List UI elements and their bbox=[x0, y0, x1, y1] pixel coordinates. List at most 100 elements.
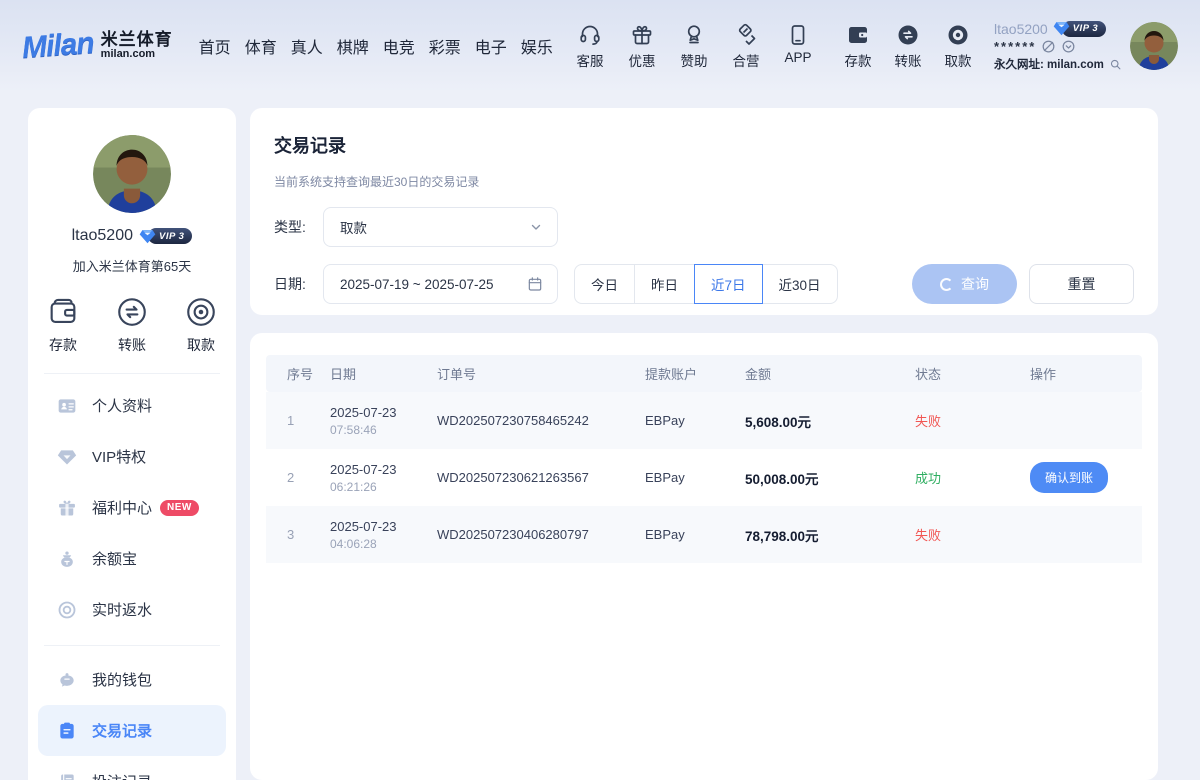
eye-off-icon[interactable] bbox=[1041, 39, 1056, 54]
promo-link[interactable]: 优惠 bbox=[622, 23, 662, 70]
row-account: EBPay bbox=[645, 413, 745, 428]
piggy-bank-icon bbox=[57, 670, 77, 690]
sidebar-withdraw-button[interactable]: 取款 bbox=[184, 295, 218, 355]
nav-item-board[interactable]: 棋牌 bbox=[337, 34, 369, 58]
gem-icon bbox=[57, 447, 77, 467]
transactions-table-card: 序号 日期 订单号 提款账户 金额 状态 操作 1 2025-07-23 07:… bbox=[250, 333, 1158, 780]
deposit-link[interactable]: 存款 bbox=[838, 23, 878, 70]
sidebar-transfer-button[interactable]: 转账 bbox=[115, 295, 149, 355]
phone-icon bbox=[786, 23, 810, 47]
nav-item-entertainment[interactable]: 娱乐 bbox=[521, 34, 553, 58]
row-account: EBPay bbox=[645, 527, 745, 542]
sidebar-deposit-button[interactable]: 存款 bbox=[46, 295, 80, 355]
nav-item-home[interactable]: 首页 bbox=[199, 34, 231, 58]
sidebar-item-welfare[interactable]: 福利中心 NEW bbox=[28, 482, 236, 533]
loading-spinner-icon bbox=[940, 278, 953, 291]
brand-logo[interactable]: Milan 米兰体育 milan.com bbox=[22, 29, 173, 63]
refresh-circle-icon[interactable] bbox=[1061, 39, 1076, 54]
row-index: 1 bbox=[266, 413, 330, 428]
row-status: 失败 bbox=[915, 411, 1030, 430]
range-yesterday-button[interactable]: 昨日 bbox=[634, 264, 695, 304]
row-datetime: 2025-07-23 06:21:26 bbox=[330, 462, 437, 494]
magnifier-icon[interactable] bbox=[1109, 57, 1122, 72]
transaction-doc-icon bbox=[57, 721, 77, 741]
sidebar-item-bets[interactable]: 投注记录 bbox=[28, 756, 236, 780]
row-action: 确认到账 bbox=[1030, 462, 1142, 493]
transfer-outline-icon bbox=[115, 295, 149, 329]
range-30days-button[interactable]: 近30日 bbox=[762, 264, 838, 304]
confirm-receipt-button[interactable]: 确认到账 bbox=[1030, 462, 1108, 493]
nav-item-slots[interactable]: 电子 bbox=[475, 34, 507, 58]
logo-script-text: Milan bbox=[21, 27, 95, 66]
row-datetime: 2025-07-23 07:58:46 bbox=[330, 405, 437, 437]
withdraw-outline-icon bbox=[184, 295, 218, 329]
date-range-value: 2025-07-19 ~ 2025-07-25 bbox=[340, 277, 494, 292]
bet-record-icon bbox=[57, 772, 77, 780]
reset-button[interactable]: 重置 bbox=[1029, 264, 1134, 304]
nav-item-sports[interactable]: 体育 bbox=[245, 34, 277, 58]
top-header: Milan 米兰体育 milan.com 首页 体育 真人 棋牌 电竞 彩票 电… bbox=[0, 0, 1200, 92]
partner-link[interactable]: 合营 bbox=[726, 23, 766, 70]
row-status: 成功 bbox=[915, 468, 1030, 487]
chevron-down-icon bbox=[529, 220, 543, 234]
row-order-no: WD202507230758465242 bbox=[437, 413, 645, 428]
row-amount: 78,798.00元 bbox=[745, 525, 915, 545]
headset-icon bbox=[578, 23, 602, 47]
logo-domain-text: milan.com bbox=[101, 49, 173, 61]
row-order-no: WD202507230621263567 bbox=[437, 470, 645, 485]
type-label: 类型: bbox=[274, 217, 323, 237]
table-header: 序号 日期 订单号 提款账户 金额 状态 操作 bbox=[266, 355, 1142, 392]
wallet-icon bbox=[846, 23, 870, 47]
vip-diamond-icon bbox=[139, 228, 156, 245]
logo-cn-text: 米兰体育 bbox=[101, 31, 173, 49]
sidebar-menu: 个人资料 VIP特权 福利中心 NEW bbox=[28, 380, 236, 635]
gift-solid-icon bbox=[57, 498, 77, 518]
filters-card: 交易记录 当前系统支持查询最近30日的交易记录 类型: 取款 日期: 2025-… bbox=[250, 108, 1158, 315]
sidebar-item-profile[interactable]: 个人资料 bbox=[28, 380, 236, 431]
date-quick-ranges: 今日 昨日 近7日 近30日 bbox=[574, 264, 838, 304]
sponsor-link[interactable]: 赞助 bbox=[674, 23, 714, 70]
table-row: 3 2025-07-23 04:06:28 WD2025072304062807… bbox=[266, 506, 1142, 563]
sidebar-avatar[interactable] bbox=[93, 135, 171, 213]
vip-badge: VIP 3 bbox=[1053, 20, 1106, 37]
permanent-url-label: 永久网址: milan.com bbox=[994, 56, 1104, 72]
divider bbox=[44, 645, 220, 646]
sidebar-item-vip[interactable]: VIP特权 bbox=[28, 431, 236, 482]
withdraw-link[interactable]: 取款 bbox=[938, 23, 978, 70]
avatar-image bbox=[1130, 22, 1178, 70]
range-7days-button[interactable]: 近7日 bbox=[694, 264, 763, 304]
header-avatar[interactable] bbox=[1130, 22, 1178, 70]
transfer-icon bbox=[896, 23, 920, 47]
user-info-block: ltao5200 VIP 3 ****** bbox=[994, 20, 1122, 72]
app-link[interactable]: APP bbox=[778, 23, 818, 70]
date-range-input[interactable]: 2025-07-19 ~ 2025-07-25 bbox=[323, 264, 558, 304]
row-order-no: WD202507230406280797 bbox=[437, 527, 645, 542]
type-select-value: 取款 bbox=[340, 217, 367, 237]
type-select[interactable]: 取款 bbox=[323, 207, 558, 247]
sidebar-item-transactions[interactable]: 交易记录 bbox=[38, 705, 226, 756]
trophy-icon bbox=[682, 23, 706, 47]
row-index: 3 bbox=[266, 527, 330, 542]
nav-item-esports[interactable]: 电竞 bbox=[383, 34, 415, 58]
row-account: EBPay bbox=[645, 470, 745, 485]
row-amount: 5,608.00元 bbox=[745, 411, 915, 431]
nav-item-live[interactable]: 真人 bbox=[291, 34, 323, 58]
sidebar-item-rebate[interactable]: 实时返水 bbox=[28, 584, 236, 635]
calendar-icon bbox=[527, 276, 543, 292]
page-subtitle: 当前系统支持查询最近30日的交易记录 bbox=[274, 173, 1134, 190]
transfer-link[interactable]: 转账 bbox=[888, 23, 928, 70]
sidebar-username: ltao5200 bbox=[72, 227, 133, 245]
withdraw-icon bbox=[946, 23, 970, 47]
page-title: 交易记录 bbox=[274, 132, 1134, 158]
header-username[interactable]: ltao5200 bbox=[994, 21, 1048, 37]
money-pot-icon bbox=[57, 549, 77, 569]
range-today-button[interactable]: 今日 bbox=[574, 264, 635, 304]
nav-item-lottery[interactable]: 彩票 bbox=[429, 34, 461, 58]
sidebar-item-my-wallet[interactable]: 我的钱包 bbox=[28, 654, 236, 705]
service-link[interactable]: 客服 bbox=[570, 23, 610, 70]
id-card-icon bbox=[57, 396, 77, 416]
divider bbox=[44, 373, 220, 374]
sidebar-item-yuebao[interactable]: 余额宝 bbox=[28, 533, 236, 584]
query-button[interactable]: 查询 bbox=[912, 264, 1017, 304]
row-index: 2 bbox=[266, 470, 330, 485]
